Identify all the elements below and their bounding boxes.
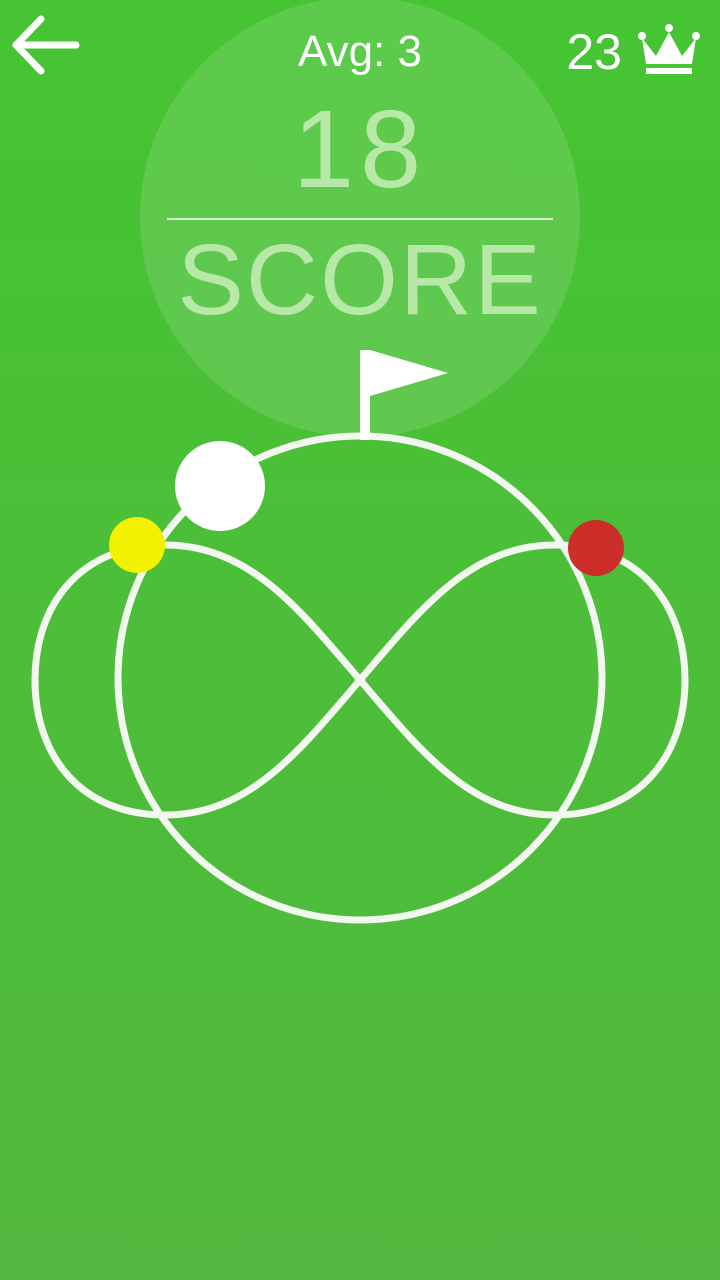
crown-icon <box>638 24 700 74</box>
score-divider <box>167 218 553 220</box>
player-ball[interactable] <box>175 441 265 531</box>
arrow-left-icon <box>12 15 80 75</box>
score-label: SCORE <box>177 224 543 336</box>
back-button[interactable] <box>8 10 84 82</box>
average-score: Avg: 3 <box>298 27 422 76</box>
yellow-ball <box>109 517 165 573</box>
current-score: 18 <box>292 88 428 211</box>
red-ball <box>568 520 624 576</box>
best-score: 23 <box>566 24 622 80</box>
flag-icon <box>360 350 448 440</box>
infinity-track <box>31 541 689 819</box>
